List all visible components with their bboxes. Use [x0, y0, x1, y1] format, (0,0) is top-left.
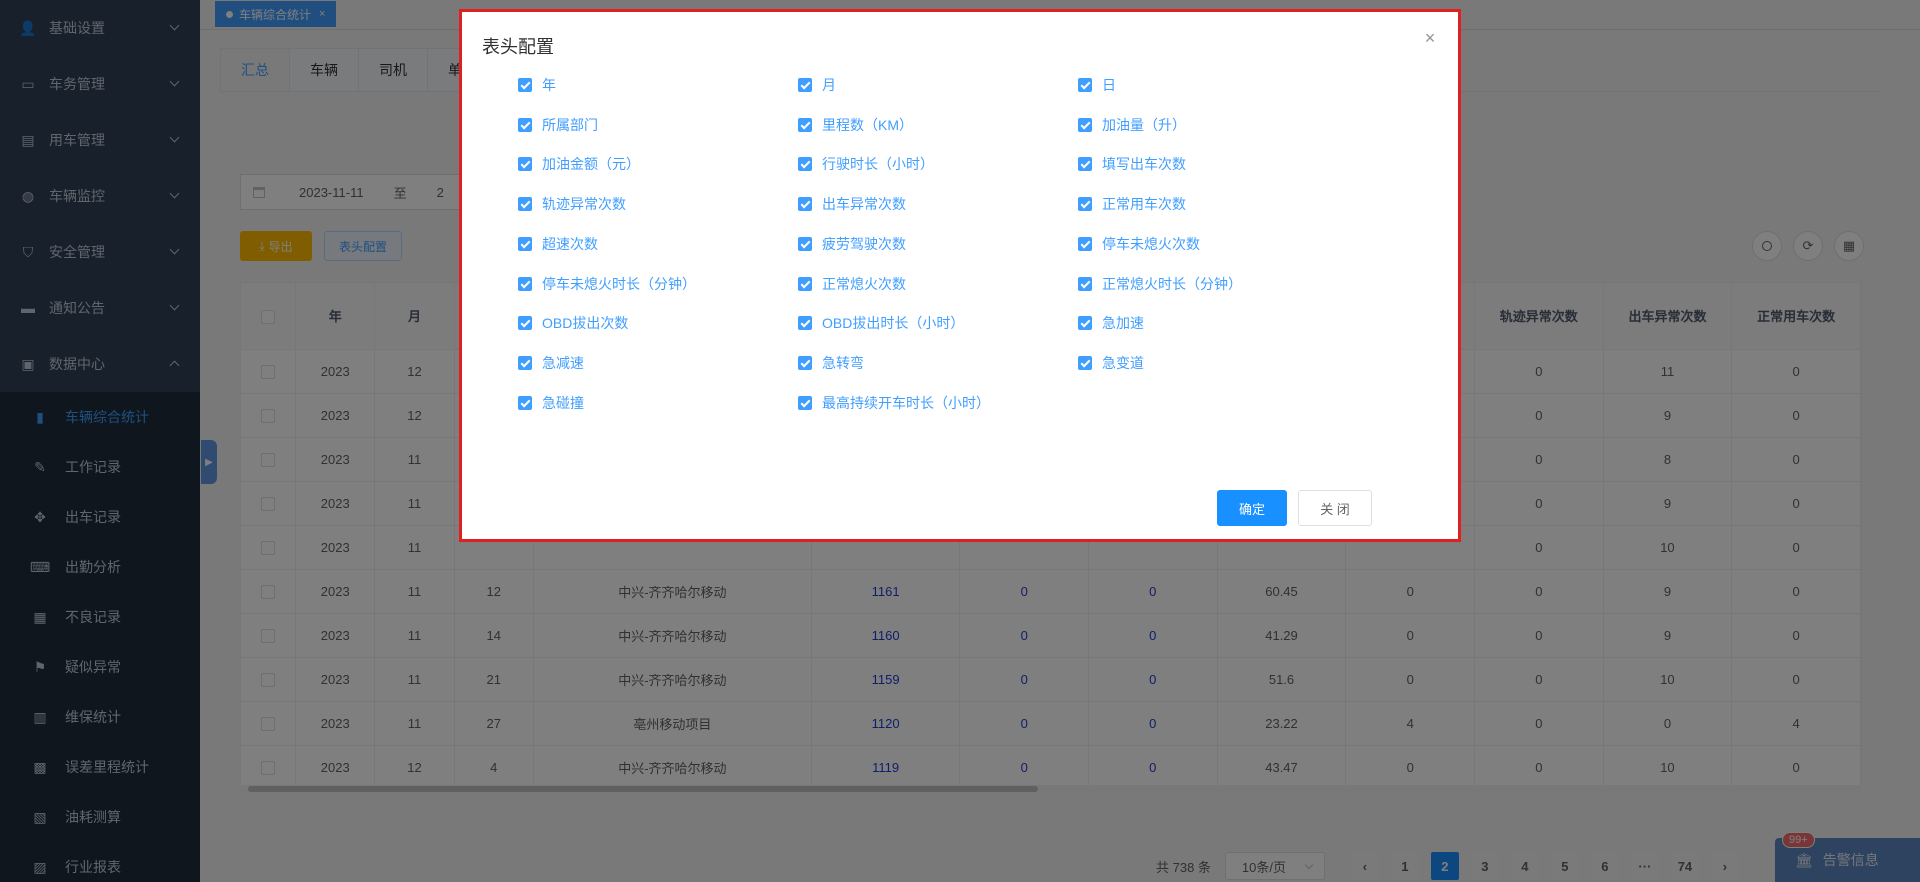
checked-icon[interactable] [518, 117, 532, 132]
checked-icon[interactable] [518, 355, 532, 370]
confirm-button[interactable]: 确定 [1217, 490, 1287, 526]
checked-icon[interactable] [798, 197, 812, 212]
column-option-checkbox[interactable]: 填写出车次数 [1078, 154, 1186, 174]
column-option-label: 急加速 [1102, 315, 1144, 332]
column-option-checkbox[interactable]: 正常熄火次数 [798, 274, 906, 294]
checked-icon[interactable] [518, 157, 532, 172]
column-option-checkbox[interactable]: 所属部门 [518, 115, 598, 135]
column-option-checkbox[interactable]: 超速次数 [518, 234, 598, 254]
column-option-label: 加油量（升） [1102, 116, 1186, 133]
column-option-checkbox[interactable]: OBD拔出时长（小时） [798, 313, 964, 333]
column-option-label: 超速次数 [542, 235, 598, 252]
column-option-label: 月 [822, 77, 836, 93]
checked-icon[interactable] [798, 276, 812, 291]
column-option-label: 正常熄火次数 [822, 275, 906, 292]
column-option-checkbox[interactable]: 正常用车次数 [1078, 194, 1186, 214]
checked-icon[interactable] [518, 276, 532, 291]
checked-icon[interactable] [798, 117, 812, 132]
column-option-label: 停车未熄火时长（分钟） [542, 275, 696, 292]
checked-icon[interactable] [798, 316, 812, 331]
column-option-label: 正常熄火时长（分钟） [1102, 275, 1242, 292]
column-option-checkbox[interactable]: 急加速 [1078, 313, 1144, 333]
checked-icon[interactable] [1078, 355, 1092, 370]
column-option-checkbox[interactable]: 行驶时长（小时） [798, 154, 934, 174]
column-option-label: 出车异常次数 [822, 196, 906, 213]
column-option-label: 急变道 [1102, 354, 1144, 371]
checked-icon[interactable] [1078, 197, 1092, 212]
checked-icon[interactable] [518, 236, 532, 251]
close-button[interactable]: 关 闭 [1298, 490, 1372, 526]
column-option-checkbox[interactable]: 轨迹异常次数 [518, 194, 626, 214]
checked-icon[interactable] [1078, 117, 1092, 132]
column-option-label: 所属部门 [542, 116, 598, 133]
checked-icon[interactable] [798, 236, 812, 251]
column-option-checkbox[interactable]: 最高持续开车时长（小时） [798, 393, 990, 413]
column-option-checkbox[interactable]: 正常熄火时长（分钟） [1078, 274, 1242, 294]
header-config-dialog: 表头配置 × 年所属部门加油金额（元） 轨迹异常次数 超速次数停车未熄火时长（分钟）… [459, 9, 1461, 542]
column-option-label: 加油金额（元） [542, 156, 640, 173]
column-option-label: 疲劳驾驶次数 [822, 235, 906, 252]
column-option-checkbox[interactable]: 急转弯 [798, 353, 864, 373]
column-option-label: 急转弯 [822, 354, 864, 371]
column-option-label: OBD拔出时长（小时） [822, 315, 965, 332]
column-option-label: 日 [1102, 77, 1116, 93]
checked-icon[interactable] [1078, 157, 1092, 172]
column-option-label: 轨迹异常次数 [542, 196, 626, 213]
column-option-checkbox[interactable]: 月 [798, 75, 836, 95]
checked-icon[interactable] [1078, 78, 1092, 92]
column-option-checkbox[interactable]: 日 [1078, 75, 1116, 95]
column-option-label: 行驶时长（小时） [822, 156, 934, 173]
checked-icon[interactable] [798, 355, 812, 370]
column-option-checkbox[interactable]: 里程数（KM） [798, 115, 913, 135]
column-option-checkbox[interactable]: 疲劳驾驶次数 [798, 234, 906, 254]
column-option-label: 填写出车次数 [1102, 156, 1186, 173]
column-option-checkbox[interactable]: 停车未熄火时长（分钟） [518, 274, 696, 294]
checked-icon[interactable] [798, 395, 812, 410]
checked-icon[interactable] [798, 78, 812, 92]
column-option-checkbox[interactable]: 年 [518, 75, 556, 95]
column-option-label: OBD拔出次数 [542, 315, 629, 332]
checked-icon[interactable] [798, 157, 812, 172]
checked-icon[interactable] [518, 78, 532, 92]
column-option-label: 急减速 [542, 354, 584, 371]
column-option-checkbox[interactable]: 停车未熄火次数 [1078, 234, 1200, 254]
column-option-label: 年 [542, 77, 556, 93]
column-option-checkbox[interactable]: 急减速 [518, 353, 584, 373]
checked-icon[interactable] [518, 316, 532, 331]
column-option-checkbox[interactable]: 加油金额（元） [518, 154, 640, 174]
column-option-label: 里程数（KM） [822, 116, 913, 133]
checked-icon[interactable] [1078, 316, 1092, 331]
column-option-checkbox[interactable]: OBD拔出次数 [518, 313, 628, 333]
column-option-checkbox[interactable]: 出车异常次数 [798, 194, 906, 214]
checked-icon[interactable] [1078, 236, 1092, 251]
column-option-label: 急碰撞 [542, 394, 584, 411]
column-option-label: 停车未熄火次数 [1102, 235, 1200, 252]
checked-icon[interactable] [518, 395, 532, 410]
column-option-label: 最高持续开车时长（小时） [822, 394, 990, 411]
column-option-checkbox[interactable]: 加油量（升） [1078, 115, 1186, 135]
column-option-checkbox[interactable]: 急变道 [1078, 353, 1144, 373]
column-option-checkbox[interactable]: 急碰撞 [518, 393, 584, 413]
close-icon[interactable]: × [1422, 29, 1438, 47]
dialog-title: 表头配置 [482, 37, 554, 57]
checked-icon[interactable] [518, 197, 532, 212]
column-option-label: 正常用车次数 [1102, 196, 1186, 213]
checked-icon[interactable] [1078, 276, 1092, 291]
